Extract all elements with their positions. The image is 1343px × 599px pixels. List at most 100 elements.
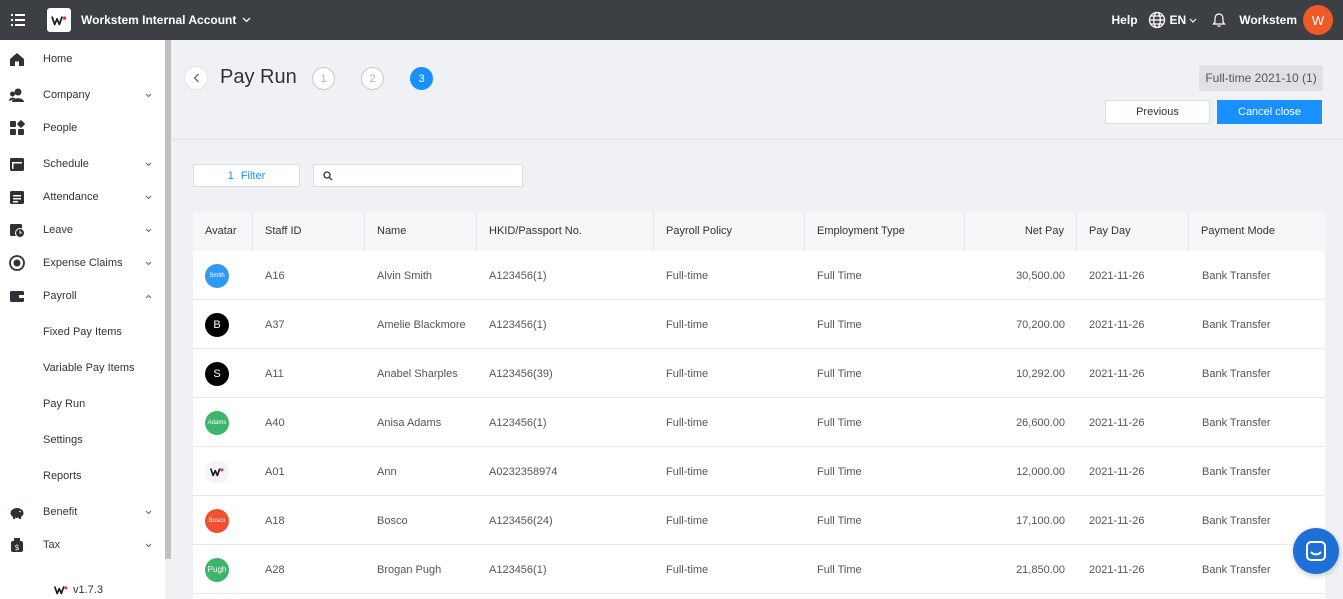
sidebar-item-settings[interactable]: Settings [0, 425, 165, 455]
cell-staff-id: A01 [265, 465, 285, 478]
table-row[interactable]: Smith A16 Alvin Smith A123456(1) Full-time Fu… [193, 251, 1325, 300]
chevron-down-icon [1189, 18, 1197, 23]
table-header: Avatar Staff ID Name HKID/Passport No. P… [193, 211, 1325, 251]
search-input[interactable] [339, 165, 522, 186]
column-header-payment-mode: Payment Mode [1201, 225, 1275, 237]
chat-launcher[interactable] [1293, 528, 1339, 574]
sidebar-item-company[interactable]: Company [0, 80, 165, 110]
pay-run-table: Avatar Staff ID Name HKID/Passport No. P… [193, 211, 1325, 599]
user-avatar[interactable]: W [1303, 5, 1333, 35]
chevron-down-icon [145, 162, 152, 166]
chevron-up-icon [145, 294, 152, 298]
workstem-logo [210, 467, 224, 476]
cell-pay-day: 2021-11-26 [1089, 465, 1145, 478]
sidebar-item-expense-claims[interactable]: Expense Claims [0, 248, 165, 278]
cell-name: Bosco [377, 514, 408, 527]
sidebar-item-pay-run[interactable]: Pay Run [0, 389, 165, 419]
avatar: B [205, 312, 229, 337]
menu-icon[interactable] [0, 0, 36, 40]
cell-pay-day: 2021-11-26 [1089, 416, 1145, 429]
sidebar-item-variable-pay-items[interactable]: Variable Pay Items [0, 353, 165, 383]
sidebar-item-home[interactable]: Home [0, 44, 165, 74]
table-row[interactable]: Bosco A18 Bosco A123456(24) Full-time Full Ti… [193, 496, 1325, 545]
cell-payroll-policy: Full-time [666, 416, 709, 429]
back-button[interactable] [184, 66, 208, 90]
tax-icon: $ [11, 538, 23, 552]
cell-employment-type: Full Time [817, 563, 862, 576]
expense-claims-icon [9, 255, 25, 271]
cell-hkid: A0232358974 [489, 465, 558, 478]
cell-name: Ann [377, 465, 397, 478]
attendance-icon [10, 191, 24, 204]
account-name: Workstem Internal Account [81, 13, 237, 27]
cell-payment-mode: Bank Transfer [1202, 367, 1271, 380]
chevron-left-icon [193, 73, 199, 83]
sidebar-item-payroll[interactable]: Payroll [0, 281, 165, 311]
leave-icon [10, 224, 25, 238]
cancel-close-button[interactable]: Cancel close [1217, 100, 1322, 124]
help-link[interactable]: Help [1112, 13, 1138, 27]
bell-icon[interactable] [1211, 12, 1227, 28]
chevron-down-icon [145, 261, 152, 265]
cell-staff-id: A16 [265, 269, 285, 282]
workstem-logo-avatar [205, 459, 229, 484]
table-row[interactable]: Adams A40 Anisa Adams A123456(1) Full-time Fu… [193, 398, 1325, 447]
cell-avatar [205, 447, 229, 496]
previous-button[interactable]: Previous [1105, 100, 1210, 124]
cell-payment-mode: Bank Transfer [1202, 465, 1271, 478]
home-icon [10, 53, 24, 66]
sidebar-item-people[interactable]: People [0, 113, 165, 143]
table-row[interactable]: A01 Ann A0232358974 Full-time Full Time 12,00… [193, 447, 1325, 496]
top-bar: Workstem Internal Account Help EN Workst… [0, 0, 1343, 40]
avatar: Smith [205, 263, 229, 288]
cell-pay-day: 2021-11-26 [1089, 514, 1145, 527]
cell-name: Brogan Pugh [377, 563, 442, 576]
step-1[interactable]: 1 [312, 67, 335, 90]
company-icon [9, 88, 24, 102]
workstem-logo [54, 586, 68, 595]
period-tag: Full-time 2021-10 (1) [1199, 65, 1323, 91]
cell-net-pay: 70,200.00 [1016, 318, 1065, 331]
cell-hkid: A123456(1) [489, 563, 547, 576]
cell-hkid: A123456(1) [489, 318, 547, 331]
username: Workstem [1239, 13, 1297, 27]
cell-avatar: S [205, 349, 229, 398]
cell-pay-day: 2021-11-26 [1089, 563, 1145, 576]
cell-staff-id: A28 [265, 563, 285, 576]
sidebar-item-reports[interactable]: Reports [0, 461, 165, 491]
sidebar-scrollbar[interactable] [165, 40, 171, 559]
sidebar-item-attendance[interactable]: Attendance [0, 182, 165, 212]
sidebar-item-tax[interactable]: $ Tax [0, 530, 165, 560]
cell-hkid: A123456(1) [489, 269, 547, 282]
workstem-logo [47, 8, 71, 32]
language-label: EN [1169, 13, 1187, 27]
search-box[interactable] [313, 164, 523, 187]
step-3[interactable]: 3 [410, 67, 433, 90]
table-row[interactable]: B A37 Amelie Blackmore A123456(1) Full-time F… [193, 300, 1325, 349]
wallet-icon [10, 291, 24, 302]
column-header-staff-id: Staff ID [253, 211, 365, 251]
sidebar-item-schedule[interactable]: Schedule [0, 149, 165, 179]
cell-net-pay: 12,000.00 [1016, 465, 1065, 478]
chevron-down-icon [242, 17, 251, 23]
cell-payroll-policy: Full-time [666, 367, 709, 380]
cell-employment-type: Full Time [817, 367, 862, 380]
cell-payment-mode: Bank Transfer [1202, 514, 1271, 527]
table-row[interactable]: Pugh A28 Brogan Pugh A123456(1) Full-time Ful… [193, 545, 1325, 594]
chevron-down-icon [145, 93, 152, 97]
step-2[interactable]: 2 [361, 67, 384, 90]
cell-employment-type: Full Time [817, 318, 862, 331]
table-row[interactable]: S A11 Anabel Sharples A123456(39) Full-time F… [193, 349, 1325, 398]
cell-staff-id: A18 [265, 514, 285, 527]
sidebar-item-benefit[interactable]: Benefit [0, 497, 165, 527]
cell-net-pay: 21,850.00 [1016, 563, 1065, 576]
sidebar-item-leave[interactable]: Leave [0, 215, 165, 245]
divider [171, 139, 1343, 140]
language-switcher[interactable]: EN [1148, 11, 1198, 29]
column-header-hkid: HKID/Passport No. [477, 211, 654, 251]
filter-button[interactable]: 1 Filter [193, 164, 300, 187]
avatar: Bosco [205, 508, 229, 533]
cell-hkid: A123456(24) [489, 514, 553, 527]
sidebar-item-fixed-pay-items[interactable]: Fixed Pay Items [0, 317, 165, 347]
account-switcher[interactable]: Workstem Internal Account [81, 13, 251, 27]
